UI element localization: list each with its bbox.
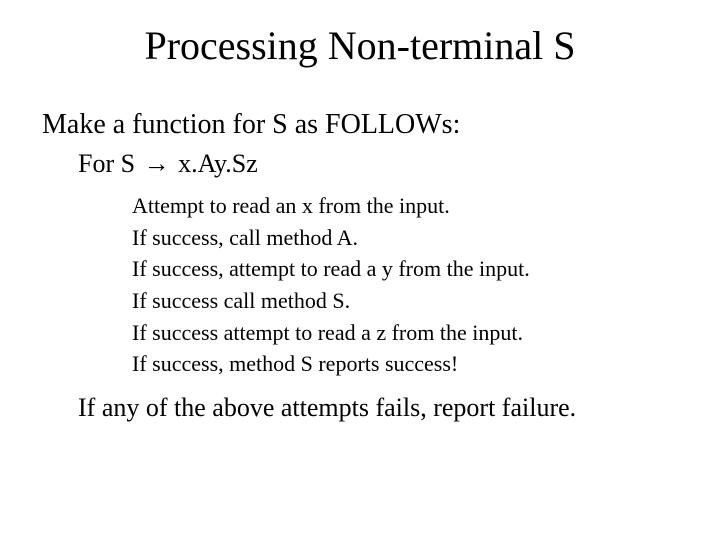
slide: Processing Non-terminal S Make a functio… [0, 0, 720, 540]
slide-title: Processing Non-terminal S [0, 0, 720, 79]
list-item: If success, attempt to read a y from the… [132, 254, 678, 284]
slide-body: Make a function for S as FOLLOWs: For S … [0, 79, 720, 423]
list-item: Attempt to read an x from the input. [132, 191, 678, 221]
list-item: If success, call method A. [132, 223, 678, 253]
list-item: If success, method S reports success! [132, 349, 678, 379]
grammar-rule: For S → x.Ay.Sz [78, 149, 678, 179]
list-item: If success attempt to read a z from the … [132, 318, 678, 348]
rule-prefix: For S [78, 149, 142, 178]
step-list: Attempt to read an x from the input. If … [132, 191, 678, 379]
list-item: If success call method S. [132, 286, 678, 316]
closing-line: If any of the above attempts fails, repo… [78, 393, 678, 423]
rule-rhs: x.Ay.Sz [172, 149, 258, 178]
intro-line: Make a function for S as FOLLOWs: [42, 109, 678, 141]
arrow-icon: → [142, 149, 172, 179]
